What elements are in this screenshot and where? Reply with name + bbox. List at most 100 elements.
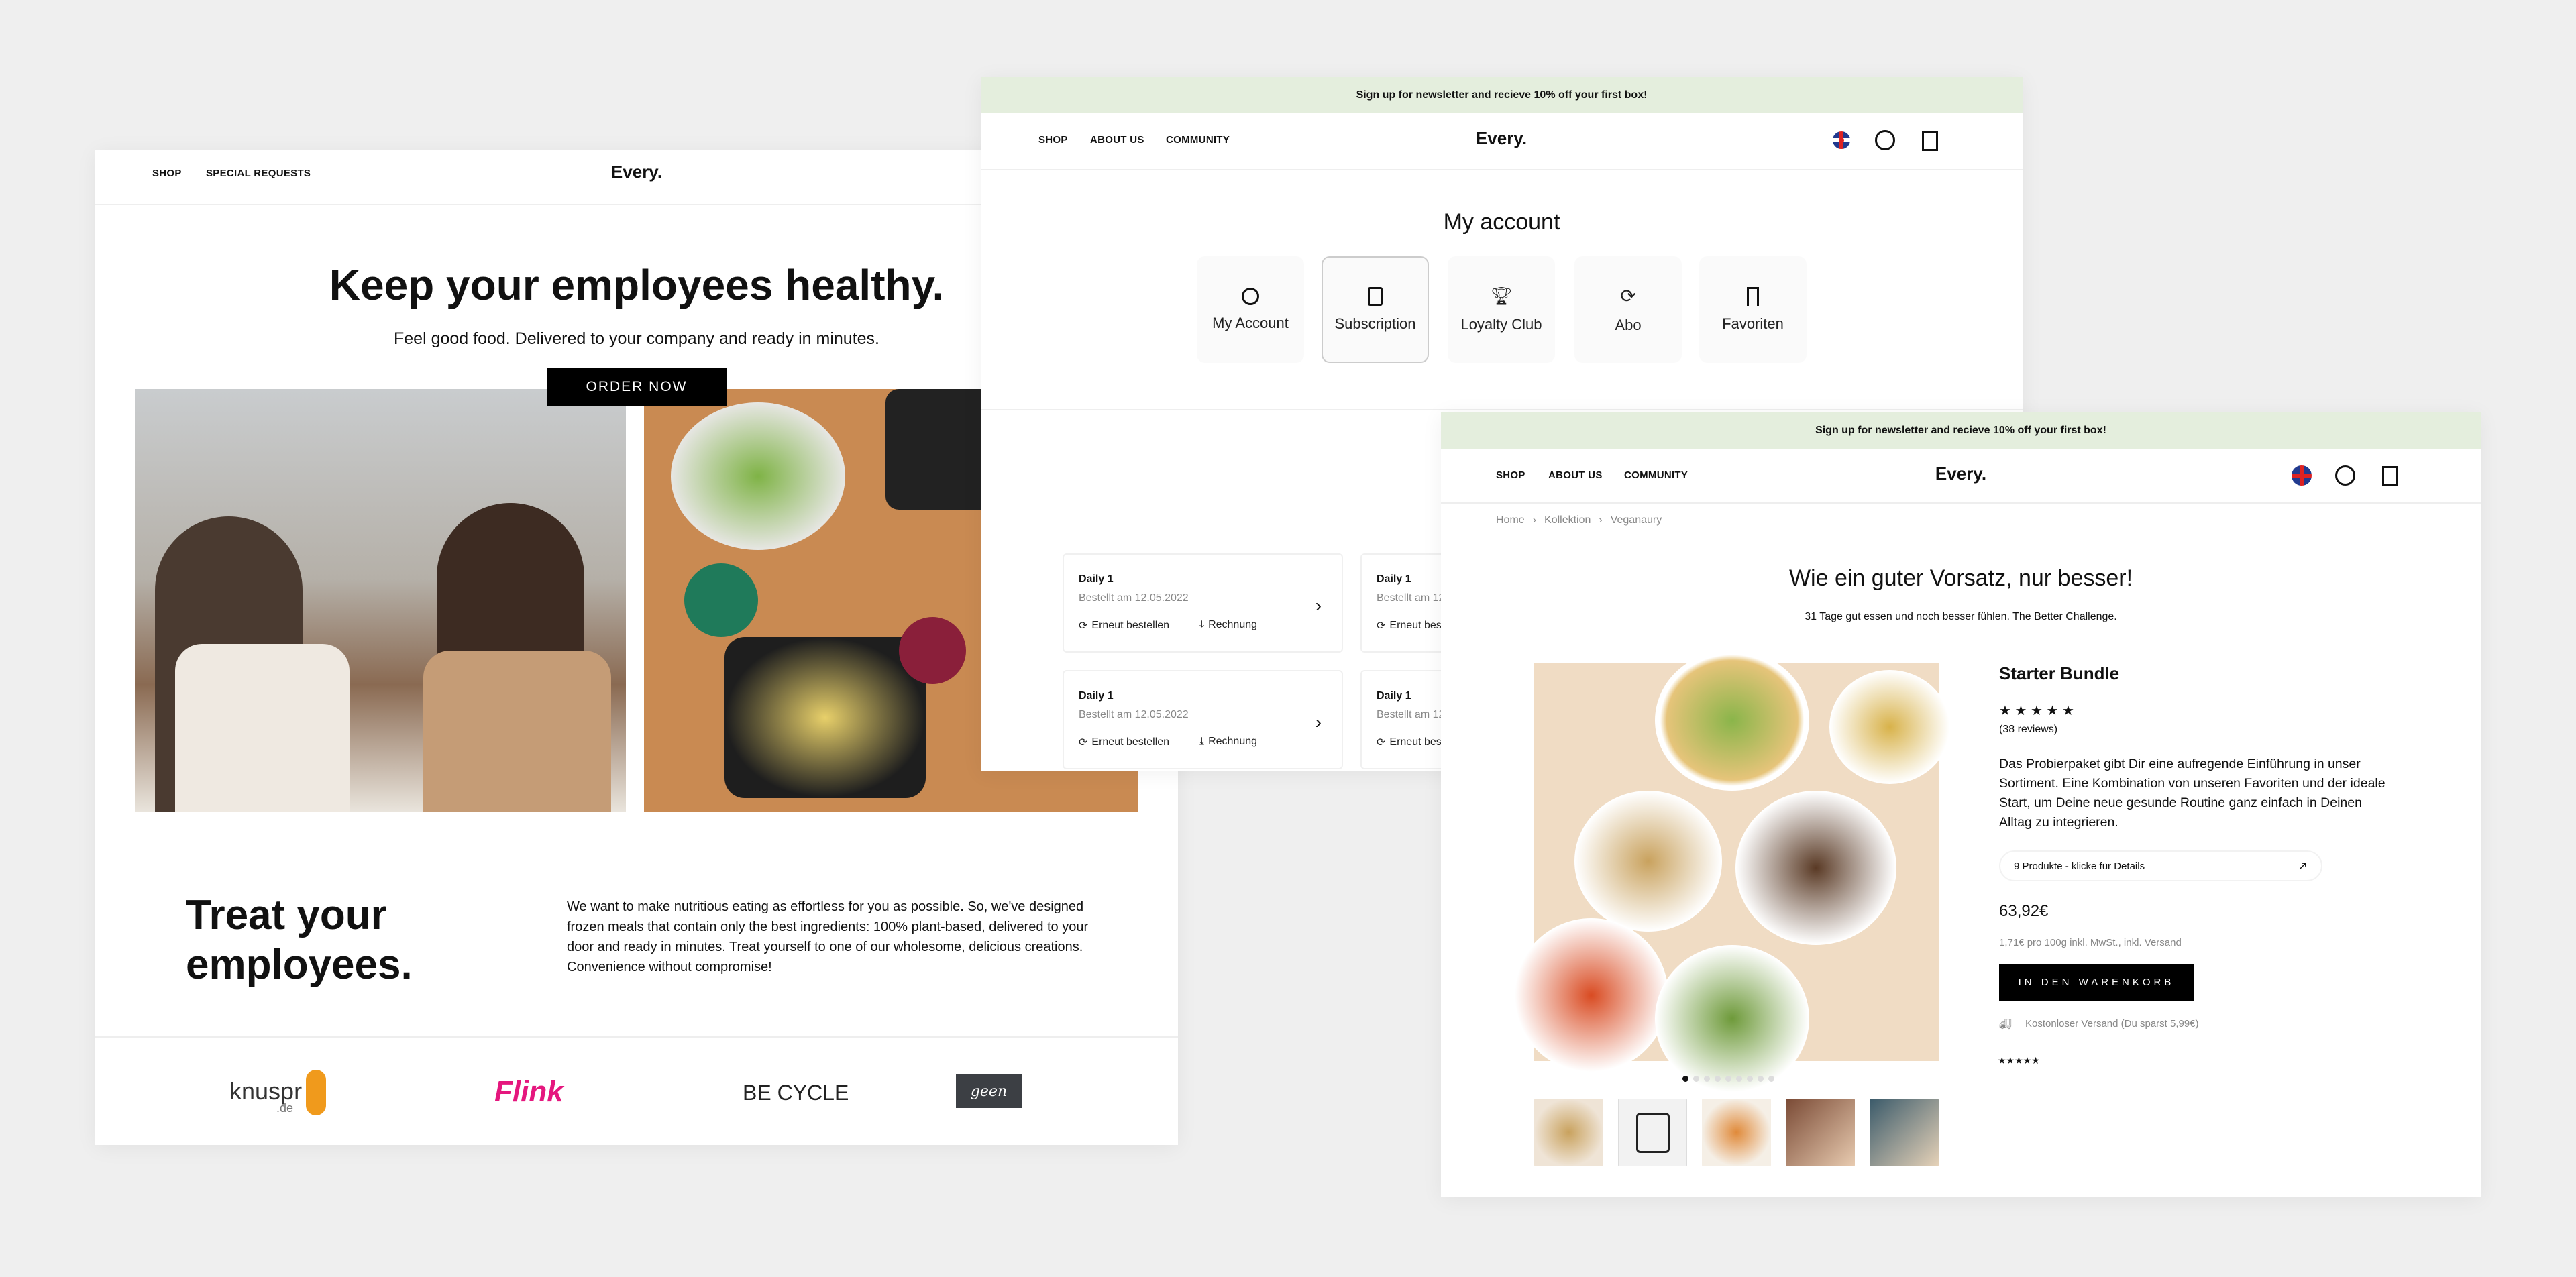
page-headline: Wie ein guter Vorsatz, nur besser! <box>1788 565 2133 591</box>
chevron-right-icon[interactable]: › <box>1316 712 1322 733</box>
tile-label: Loyalty Club <box>1460 316 1542 333</box>
order-now-button[interactable]: ORDER NOW <box>547 368 727 406</box>
product-description: Das Probierpaket gibt Dir eine aufregend… <box>1999 757 2385 830</box>
breadcrumb-home[interactable]: Home <box>1496 514 1525 526</box>
treat-text: We want to make nutritious eating as eff… <box>567 899 1089 975</box>
logo[interactable]: Every. <box>1935 463 1986 484</box>
thumbnail[interactable] <box>1534 1099 1603 1166</box>
thumbnail[interactable] <box>1786 1099 1855 1166</box>
chevron-right-icon: › <box>1599 514 1603 526</box>
trophy-icon: 🏆︎ <box>1490 286 1513 306</box>
refresh-icon: ⟳ <box>1377 620 1386 632</box>
carousel-dot[interactable] <box>1693 1076 1699 1082</box>
nav-about-us[interactable]: ABOUT US <box>1548 469 1603 481</box>
newsletter-banner[interactable]: Sign up for newsletter and recieve 10% o… <box>981 77 2023 113</box>
treat-heading: Treat your employees. <box>186 891 413 990</box>
refresh-icon: ⟳ <box>1377 737 1386 748</box>
invoice-link[interactable]: Rechnung <box>1208 736 1257 748</box>
shipping-text: Kostonloser Versand (Du sparst 5,99€) <box>2025 1018 2199 1030</box>
shopping-bag-icon[interactable] <box>1922 131 1938 151</box>
download-icon: ⤓ <box>1199 736 1205 747</box>
reorder-link[interactable]: Erneut bestellen <box>1091 736 1169 748</box>
uk-flag-icon[interactable] <box>2292 465 2312 486</box>
products-details-link[interactable]: 9 Produkte - klicke für Details ↗ <box>1999 850 2322 881</box>
nav-about-us[interactable]: ABOUT US <box>1090 134 1144 146</box>
newsletter-banner[interactable]: Sign up for newsletter and recieve 10% o… <box>1441 412 2481 449</box>
shopping-bag-icon[interactable] <box>2382 466 2398 486</box>
thumbnail[interactable] <box>1870 1099 1939 1166</box>
reorder-link[interactable]: Erneut bestellen <box>1091 620 1169 632</box>
order-card[interactable]: Daily 1 Bestellt am 12.05.2022 ⟳ Erneut bes… <box>1063 553 1343 653</box>
breadcrumb-current: Veganaury <box>1610 514 1662 526</box>
breadcrumb: Home › Kollektion › Veganaury <box>1496 514 1662 526</box>
uk-flag-icon[interactable] <box>1831 130 1851 150</box>
nav-shop[interactable]: SHOP <box>1496 469 1525 481</box>
nav-community[interactable]: COMMUNITY <box>1166 134 1230 146</box>
user-circle-icon <box>1242 287 1259 305</box>
nav-shop[interactable]: SHOP <box>1038 134 1068 146</box>
tile-my-account[interactable]: My Account <box>1197 256 1304 363</box>
tile-label: Abo <box>1615 317 1642 333</box>
user-account-icon[interactable] <box>1875 130 1895 150</box>
chevron-right-icon[interactable]: › <box>1316 595 1322 616</box>
carousel-dot[interactable] <box>1704 1076 1710 1082</box>
tile-abo[interactable]: ⟳ Abo <box>1574 256 1682 363</box>
page-title: My account <box>1443 209 1560 235</box>
carousel-dot[interactable] <box>1725 1076 1731 1082</box>
tile-loyalty-club[interactable]: 🏆︎ Loyalty Club <box>1448 256 1555 363</box>
download-icon: ⤓ <box>1199 619 1205 630</box>
treat-heading-line: employees. <box>186 942 413 988</box>
nav-community[interactable]: COMMUNITY <box>1624 469 1688 481</box>
carousel-dots <box>1682 1076 1774 1082</box>
partner-logo-becycle: BE CYCLE <box>743 1080 849 1105</box>
tile-favoriten[interactable]: Favoriten <box>1699 256 1807 363</box>
invoice-link[interactable]: Rechnung <box>1208 619 1257 631</box>
carousel-dot[interactable] <box>1758 1076 1764 1082</box>
product-image[interactable] <box>1514 650 1950 1093</box>
bookmark-icon <box>1747 286 1759 306</box>
refresh-icon: ⟳ <box>1620 286 1636 307</box>
divider <box>981 169 2023 170</box>
divider <box>981 409 2023 410</box>
carousel-dot[interactable] <box>1715 1076 1721 1082</box>
hero-image-office <box>135 389 626 812</box>
thumbnail[interactable] <box>1702 1099 1771 1166</box>
unit-price: 1,71€ pro 100g inkl. MwSt., inkl. Versan… <box>1999 937 2182 948</box>
shopping-bag-icon <box>1368 286 1383 306</box>
logo[interactable]: Every. <box>611 162 662 182</box>
divider <box>95 1036 1178 1038</box>
carousel-dot[interactable] <box>1736 1076 1742 1082</box>
partner-logo-knuspr: knuspr .de <box>229 1070 327 1115</box>
external-link-icon: ↗ <box>2297 858 2308 873</box>
carousel-dot[interactable] <box>1682 1076 1688 1082</box>
refresh-icon: ⟳ <box>1079 737 1088 748</box>
carousel-dot[interactable] <box>1768 1076 1774 1082</box>
product-page-panel: Sign up for newsletter and recieve 10% o… <box>1441 412 2481 1197</box>
partner-logo-geen: geen <box>956 1074 1022 1108</box>
user-account-icon[interactable] <box>2335 465 2355 486</box>
nav-special-requests[interactable]: SPECIAL REQUESTS <box>206 168 311 179</box>
price: 63,92€ <box>1999 902 2049 920</box>
small-star-rating: ★★★★★ <box>1998 1055 2040 1066</box>
products-details-label: 9 Produkte - klicke für Details <box>2014 860 2145 872</box>
partner-logo-flink: Flink <box>494 1075 564 1108</box>
page-subheadline: 31 Tage gut essen und noch besser fühlen… <box>1805 611 2117 622</box>
tile-subscription[interactable]: Subscription <box>1322 256 1429 363</box>
thumbnail[interactable] <box>1618 1099 1687 1166</box>
divider <box>1441 502 2481 504</box>
truck-icon: 🚚︎ <box>1999 1019 2012 1030</box>
tile-label: Favoriten <box>1722 315 1784 332</box>
product-title: Starter Bundle <box>1999 663 2120 683</box>
refresh-icon: ⟳ <box>1079 620 1088 632</box>
tile-label: Subscription <box>1334 315 1416 332</box>
review-count[interactable]: (38 reviews) <box>1999 724 2057 736</box>
nav-shop[interactable]: SHOP <box>152 168 182 179</box>
order-card[interactable]: Daily 1 Bestellt am 12.05.2022 ⟳ Erneut bes… <box>1063 670 1343 769</box>
tile-label: My Account <box>1212 314 1289 331</box>
treat-heading-line: Treat your <box>186 892 387 938</box>
breadcrumb-kollektion[interactable]: Kollektion <box>1544 514 1591 526</box>
add-to-cart-button[interactable]: IN DEN WARENKORB <box>1999 964 2194 1001</box>
star-rating: ★ ★ ★ ★ ★ <box>1999 704 2074 718</box>
logo[interactable]: Every. <box>1476 128 1527 149</box>
carousel-dot[interactable] <box>1747 1076 1753 1082</box>
